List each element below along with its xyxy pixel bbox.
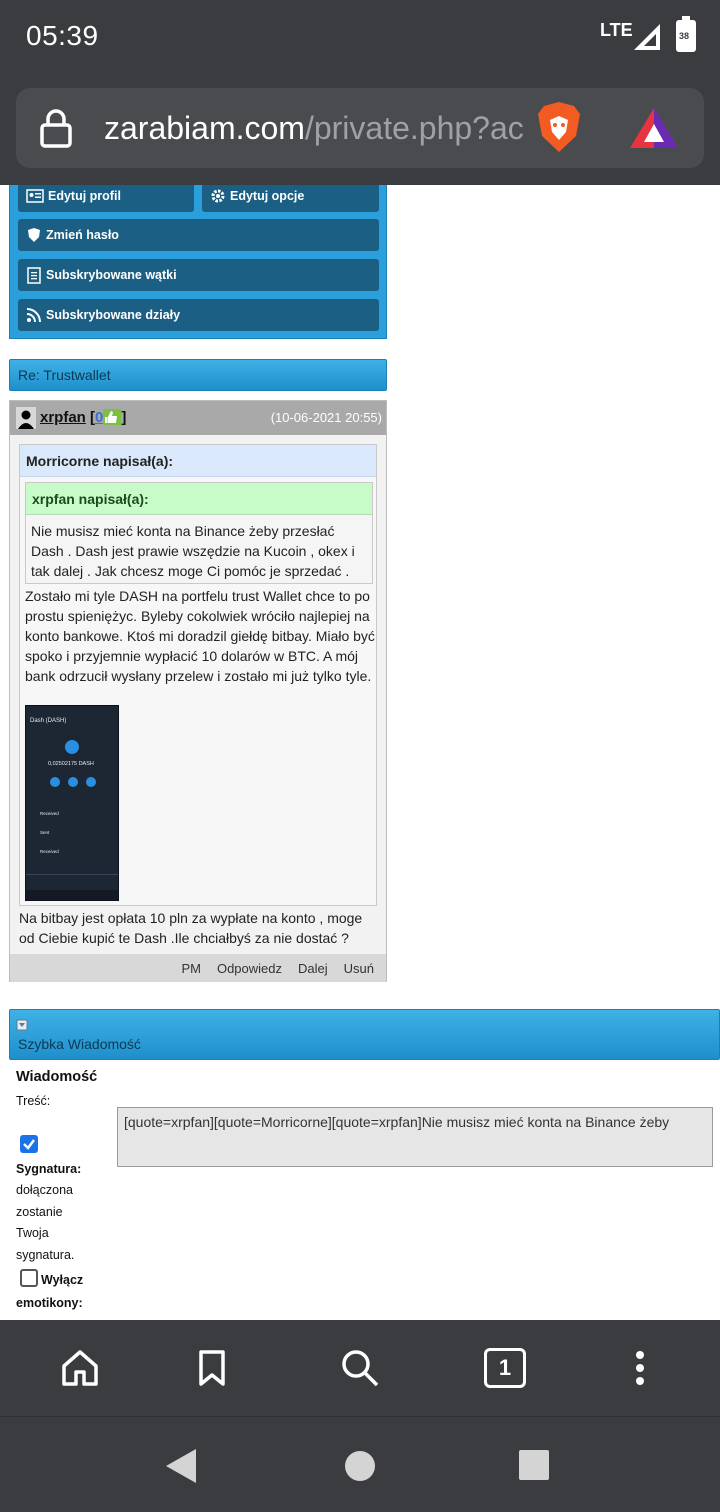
signal-icon <box>634 24 660 50</box>
screenshot-title: Dash (DASH) <box>30 718 67 724</box>
quick-reply-header: Szybka Wiadomość <box>9 1009 720 1060</box>
post-actions: PM Odpowiedz Dalej Usuń <box>10 954 386 982</box>
edit-options-button[interactable]: Edytuj opcje <box>202 185 379 212</box>
notepad-icon <box>27 267 41 284</box>
avatar <box>16 407 36 429</box>
disable-emoticons-checkbox[interactable] <box>20 1269 38 1287</box>
network-type: LTE <box>600 20 633 40</box>
post: xrpfan [0] (10-06-2021 20:55) Morricorne… <box>9 400 387 982</box>
web-page: Edytuj profil Edytuj opcje Zmień hasło S… <box>0 185 720 1320</box>
subscribed-forums-button[interactable]: Subskrybowane działy <box>18 299 379 331</box>
subscribed-forums-label: Subskrybowane działy <box>46 308 181 322</box>
disable-emoticons-label: Wyłącz <box>41 1273 84 1287</box>
url-text[interactable]: zarabiam.com/private.php?ac <box>104 110 528 147</box>
status-time: 05:39 <box>26 20 99 51</box>
post-body: Na bitbay jest opłata 10 pln za wypłate … <box>19 910 363 946</box>
subscribed-threads-label: Subskrybowane wątki <box>46 268 177 282</box>
signature-desc-1: dołączona <box>16 1183 73 1197</box>
thread-title: Re: Trustwallet <box>18 367 111 383</box>
delete-link[interactable]: Usuń <box>344 961 374 976</box>
thumbs-up-icon[interactable] <box>103 409 122 425</box>
system-navigation-bar <box>0 1416 720 1512</box>
signature-checkbox[interactable] <box>20 1135 38 1153</box>
bookmarks-button[interactable] <box>188 1344 236 1392</box>
outer-quote-header: Morricorne napisał(a): <box>20 445 376 477</box>
back-icon[interactable] <box>166 1449 196 1483</box>
search-icon <box>342 1350 379 1387</box>
inner-quote: xrpfan napisał(a): Nie musisz mieć konta… <box>25 482 373 584</box>
screenshot-nav <box>26 890 118 900</box>
signature-desc-3: Twoja <box>16 1226 49 1240</box>
tabs-button[interactable]: 1 <box>484 1348 526 1388</box>
disable-emoticons-label-2: emotikony: <box>16 1296 83 1310</box>
signature-label: Sygnatura: <box>16 1162 82 1176</box>
message-heading: Wiadomość <box>16 1069 98 1085</box>
signature-desc-4: sygnatura. <box>16 1248 75 1262</box>
more-menu-button[interactable] <box>616 1344 664 1392</box>
collapse-icon[interactable] <box>16 1019 28 1031</box>
post-date: (10-06-2021 20:55) <box>270 410 382 425</box>
shield-icon <box>28 228 40 242</box>
subscribed-threads-button[interactable]: Subskrybowane wątki <box>18 259 379 291</box>
check-icon <box>23 1139 35 1150</box>
copy-icon <box>86 777 96 787</box>
search-button[interactable] <box>336 1344 384 1392</box>
home-circle-icon[interactable] <box>344 1450 376 1482</box>
outer-quote: Morricorne napisał(a): xrpfan napisał(a)… <box>19 444 377 906</box>
brave-shield-icon[interactable] <box>536 100 582 154</box>
edit-profile-label: Edytuj profil <box>48 189 121 203</box>
post-header: xrpfan [0] (10-06-2021 20:55) <box>10 401 386 435</box>
url-path: /private.php?ac <box>304 110 524 146</box>
message-textarea[interactable]: [quote=xrpfan][quote=Morricorne][quote=x… <box>117 1107 713 1167</box>
dash-logo-icon <box>65 740 79 754</box>
home-button[interactable] <box>56 1344 104 1392</box>
post-author[interactable]: xrpfan <box>40 409 86 426</box>
more-vert-icon <box>636 1351 644 1385</box>
reputation-value[interactable]: 0 <box>95 409 103 426</box>
send-icon <box>50 777 60 787</box>
rep-bracket-close: ] <box>121 409 127 426</box>
bookmark-icon <box>199 1350 225 1386</box>
reputation: [0] <box>90 409 126 426</box>
post-image[interactable]: Dash (DASH) 0,02502175 DASH Received Sen… <box>25 705 119 901</box>
battery-icon: 38 <box>676 16 696 52</box>
id-card-icon <box>26 189 44 203</box>
inner-quote-text: Nie musisz mieć konta na Binance żeby pr… <box>31 523 355 579</box>
recents-icon[interactable] <box>519 1450 549 1480</box>
thread-title-bar: Re: Trustwallet <box>9 359 387 391</box>
next-link[interactable]: Dalej <box>298 961 328 976</box>
home-icon <box>62 1350 98 1386</box>
signature-desc-2: zostanie <box>16 1205 63 1219</box>
inner-quote-header: xrpfan napisał(a): <box>26 483 372 515</box>
receive-icon <box>68 777 78 787</box>
change-password-label: Zmień hasło <box>46 228 119 242</box>
tx-row-3: Received <box>40 849 59 854</box>
brave-rewards-icon[interactable] <box>628 106 680 150</box>
outer-quote-text: Zostało mi tyle DASH na portfelu trust W… <box>25 588 375 684</box>
quick-reply-title: Szybka Wiadomość <box>18 1036 141 1052</box>
change-password-button[interactable]: Zmień hasło <box>18 219 379 251</box>
pm-link[interactable]: PM <box>181 961 201 976</box>
battery-level: 38 <box>679 31 690 41</box>
edit-profile-button[interactable]: Edytuj profil <box>18 185 194 212</box>
tx-row-2: Sent <box>40 830 50 835</box>
gear-icon <box>211 189 225 203</box>
address-bar[interactable]: zarabiam.com/private.php?ac <box>16 88 704 168</box>
url-host: zarabiam.com <box>104 110 305 146</box>
browser-toolbar: zarabiam.com/private.php?ac <box>0 80 720 185</box>
tab-count: 1 <box>498 1355 512 1380</box>
screenshot-balance: 0,02502175 DASH <box>48 761 94 767</box>
status-bar: 05:39 LTE 38 <box>0 0 720 80</box>
screenshot-divider <box>26 874 118 875</box>
content-label: Treść: <box>16 1094 51 1108</box>
browser-bottom-toolbar: 1 <box>0 1320 720 1416</box>
tx-row-1: Received <box>40 811 59 816</box>
reply-link[interactable]: Odpowiedz <box>217 961 282 976</box>
lock-icon[interactable] <box>40 108 72 148</box>
user-menu-panel: Edytuj profil Edytuj opcje Zmień hasło S… <box>9 185 387 339</box>
rss-icon <box>26 308 41 323</box>
edit-options-label: Edytuj opcje <box>230 189 305 203</box>
